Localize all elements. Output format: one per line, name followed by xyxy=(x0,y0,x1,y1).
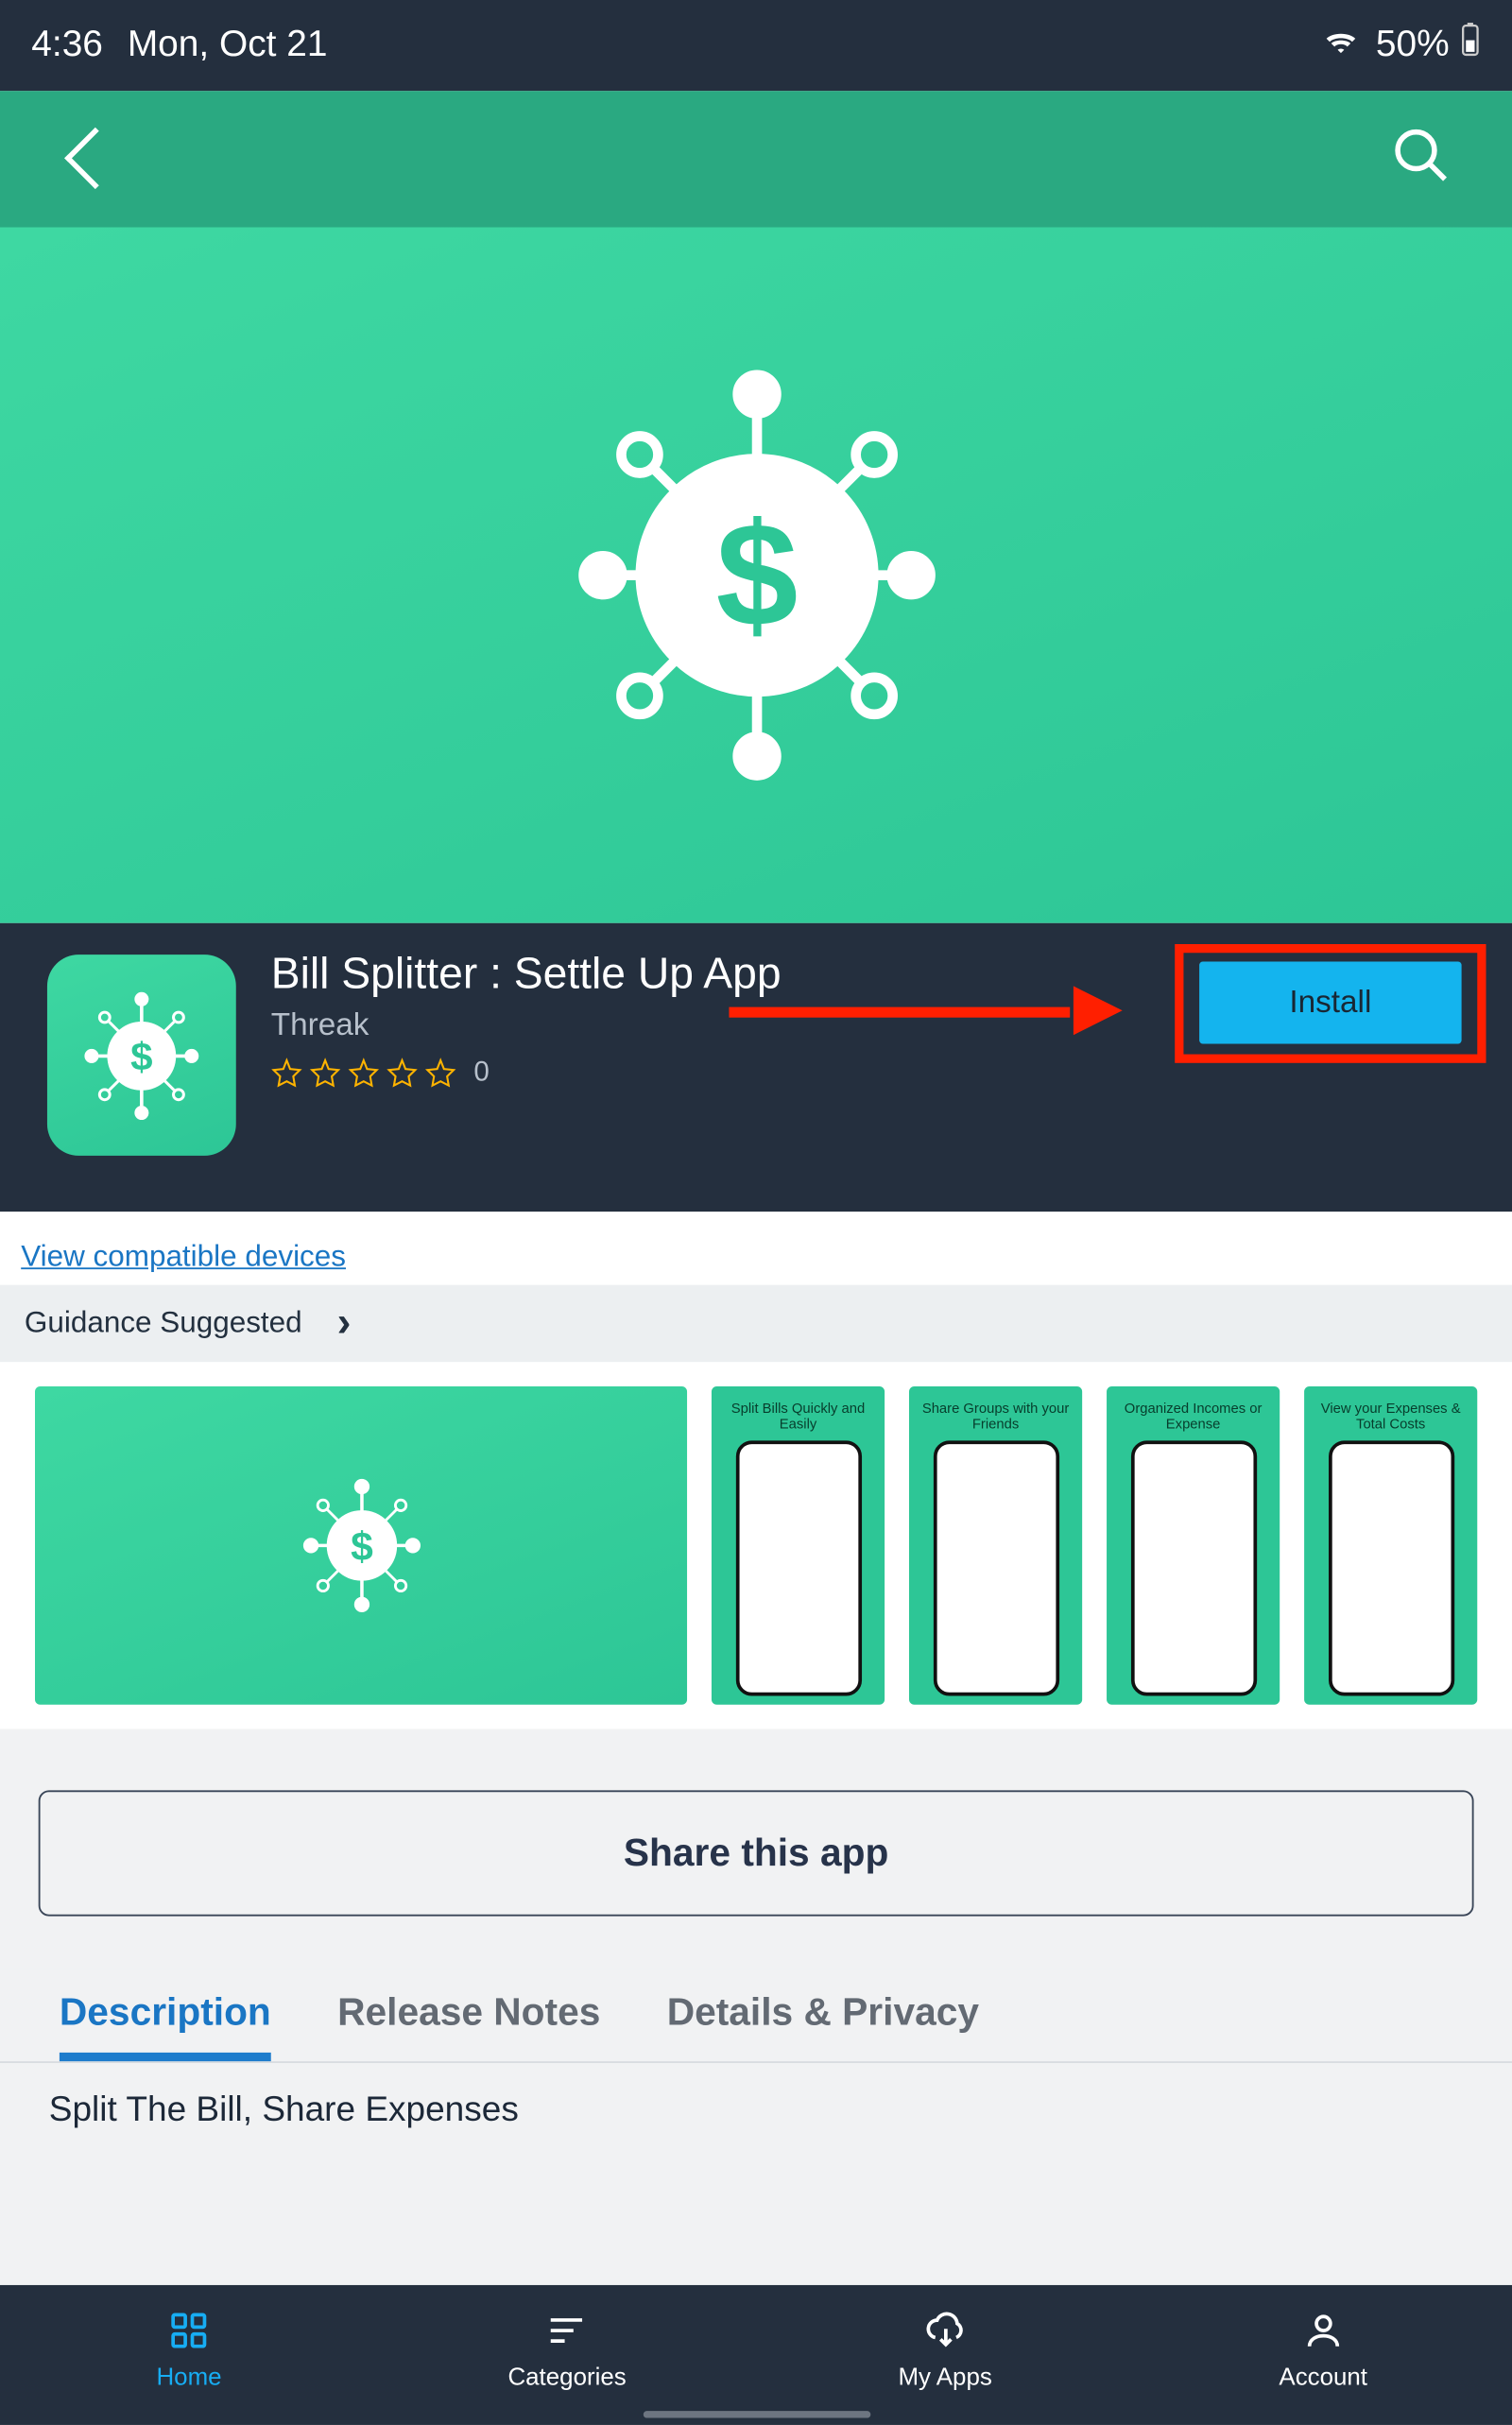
compat-row: View compatible devices xyxy=(0,1212,1512,1285)
app-hero-icon: $ xyxy=(555,356,957,794)
hero-banner: $ xyxy=(0,228,1512,923)
list-icon xyxy=(542,2310,592,2351)
screenshot-4[interactable]: View your Expenses & Total Costs xyxy=(1304,1386,1477,1705)
svg-text:$: $ xyxy=(130,1034,152,1078)
star-icon xyxy=(387,1058,418,1089)
annotation-arrow xyxy=(729,993,1122,1028)
star-icon xyxy=(425,1058,456,1089)
nav-home[interactable]: Home xyxy=(0,2310,378,2390)
bottom-nav: Home Categories My Apps Account xyxy=(0,2285,1512,2425)
screenshot-3[interactable]: Organized Incomes or Expense xyxy=(1107,1386,1280,1705)
app-icon: $ xyxy=(47,955,236,1156)
tab-description[interactable]: Description xyxy=(60,1969,271,2061)
chevron-right-icon: › xyxy=(337,1299,352,1349)
app-info-row: $ Bill Splitter : Settle Up App Threak 0… xyxy=(0,923,1512,1212)
battery-percent: 50% xyxy=(1376,25,1450,66)
svg-text:$: $ xyxy=(350,1524,372,1570)
star-icon xyxy=(271,1058,302,1089)
rating-stars[interactable]: 0 xyxy=(271,1058,782,1089)
install-button[interactable]: Install xyxy=(1199,962,1462,1044)
svg-text:$: $ xyxy=(715,493,798,658)
cloud-download-icon xyxy=(920,2310,970,2351)
status-bar: 4:36 Mon, Oct 21 50% xyxy=(0,0,1512,91)
home-indicator[interactable] xyxy=(643,2411,870,2417)
nav-account[interactable]: Account xyxy=(1134,2310,1512,2390)
developer-name[interactable]: Threak xyxy=(271,1007,782,1044)
screenshot-2[interactable]: Share Groups with your Friends xyxy=(909,1386,1082,1705)
screenshot-hero[interactable]: $ xyxy=(35,1386,687,1705)
screenshot-1[interactable]: Split Bills Quickly and Easily xyxy=(712,1386,885,1705)
screenshots-row[interactable]: $ Split Bills Quickly and Easily Share G… xyxy=(0,1362,1512,1729)
annotation-highlight: Install xyxy=(1175,944,1486,1063)
app-title: Bill Splitter : Settle Up App xyxy=(271,950,782,1001)
star-icon xyxy=(348,1058,379,1089)
guidance-label: Guidance Suggested xyxy=(25,1306,302,1341)
nav-categories[interactable]: Categories xyxy=(378,2310,756,2390)
wifi-icon xyxy=(1322,21,1361,70)
store-header xyxy=(0,91,1512,227)
star-icon xyxy=(309,1058,340,1089)
back-icon[interactable] xyxy=(74,126,112,192)
rating-count: 0 xyxy=(473,1058,489,1089)
share-button[interactable]: Share this app xyxy=(39,1790,1474,1916)
compatible-devices-link[interactable]: View compatible devices xyxy=(21,1240,346,1273)
guidance-row[interactable]: Guidance Suggested › xyxy=(0,1285,1512,1362)
status-date: Mon, Oct 21 xyxy=(128,25,328,66)
user-icon xyxy=(1298,2310,1348,2351)
description-text: Split The Bill, Share Expenses xyxy=(0,2063,1512,2131)
nav-myapps[interactable]: My Apps xyxy=(756,2310,1134,2390)
search-icon[interactable] xyxy=(1390,123,1453,195)
detail-tabs: Description Release Notes Details & Priv… xyxy=(0,1969,1512,2063)
tab-release-notes[interactable]: Release Notes xyxy=(337,1969,600,2061)
tab-details-privacy[interactable]: Details & Privacy xyxy=(667,1969,979,2061)
grid-icon xyxy=(164,2310,214,2351)
status-time: 4:36 xyxy=(31,25,103,66)
battery-icon xyxy=(1460,23,1481,68)
